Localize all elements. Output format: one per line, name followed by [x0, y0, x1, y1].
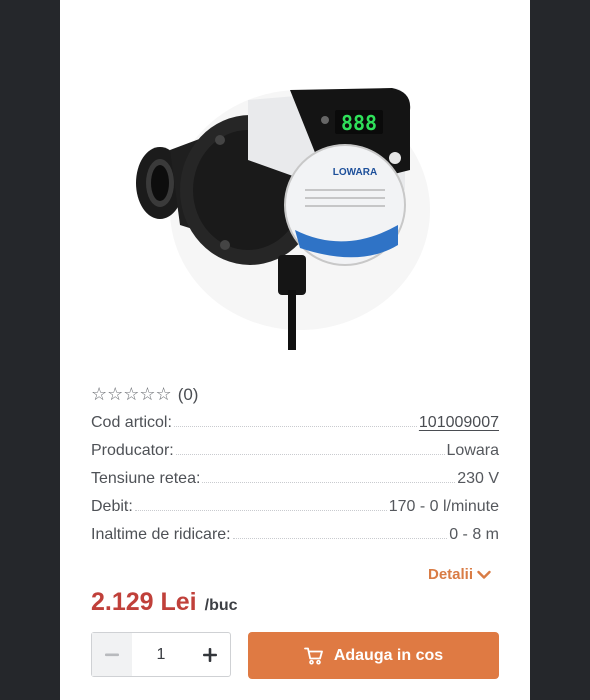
dotted-leader — [175, 453, 445, 455]
dotted-leader — [232, 537, 448, 539]
plus-icon — [203, 647, 217, 662]
pump-display-digits: 888 — [341, 111, 377, 135]
add-to-cart-button[interactable]: Adauga in cos — [248, 632, 499, 679]
dotted-leader — [134, 509, 387, 511]
spec-row-cod-articol: Cod articol: 101009007 — [91, 404, 499, 432]
price-amount: 2.129 Lei — [91, 588, 197, 616]
pump-brand-label: LOWARA — [333, 167, 377, 178]
price: 2.129 Lei /buc — [91, 588, 238, 617]
quantity-input[interactable] — [132, 644, 190, 665]
rating-count: (0) — [177, 384, 199, 404]
left-backdrop — [0, 0, 60, 700]
spec-value: 0 - 8 m — [449, 526, 499, 543]
details-toggle[interactable]: Detalii — [428, 566, 491, 583]
quantity-stepper — [91, 632, 231, 677]
spec-label: Inaltime de ridicare: — [91, 526, 231, 543]
product-image[interactable]: 888 LOWARA — [130, 40, 460, 360]
spec-value: 170 - 0 l/minute — [388, 498, 499, 515]
spec-label: Producator: — [91, 442, 174, 459]
cart-icon — [303, 647, 323, 664]
chevron-down-icon — [477, 570, 491, 579]
right-backdrop — [530, 0, 590, 700]
dotted-leader — [202, 481, 456, 483]
minus-icon — [105, 653, 119, 656]
increase-quantity-button[interactable] — [190, 633, 230, 676]
spec-row-inaltime: Inaltime de ridicare: 0 - 8 m — [91, 516, 499, 544]
add-to-cart-label: Adauga in cos — [333, 646, 444, 664]
spec-label: Debit: — [91, 498, 133, 515]
product-card: 888 LOWARA ☆☆☆☆☆ (0) Cod articol: 101009… — [60, 0, 530, 700]
price-unit: /buc — [204, 597, 238, 614]
star-rating-icons: ☆☆☆☆☆ — [91, 384, 172, 404]
spec-value: 230 V — [457, 470, 499, 487]
spec-row-producator: Producator: Lowara — [91, 432, 499, 460]
decrease-quantity-button[interactable] — [92, 633, 132, 676]
details-label: Detalii — [428, 566, 474, 583]
spec-row-debit: Debit: 170 - 0 l/minute — [91, 488, 499, 516]
spec-label: Cod articol: — [91, 414, 172, 431]
dotted-leader — [173, 425, 417, 427]
spec-value: Lowara — [446, 442, 499, 459]
spec-row-tensiune: Tensiune retea: 230 V — [91, 460, 499, 488]
spec-value-link[interactable]: 101009007 — [419, 414, 499, 432]
spec-label: Tensiune retea: — [91, 470, 201, 487]
spec-list: Cod articol: 101009007 Producator: Lowar… — [91, 404, 499, 544]
rating[interactable]: ☆☆☆☆☆ (0) — [91, 384, 198, 405]
